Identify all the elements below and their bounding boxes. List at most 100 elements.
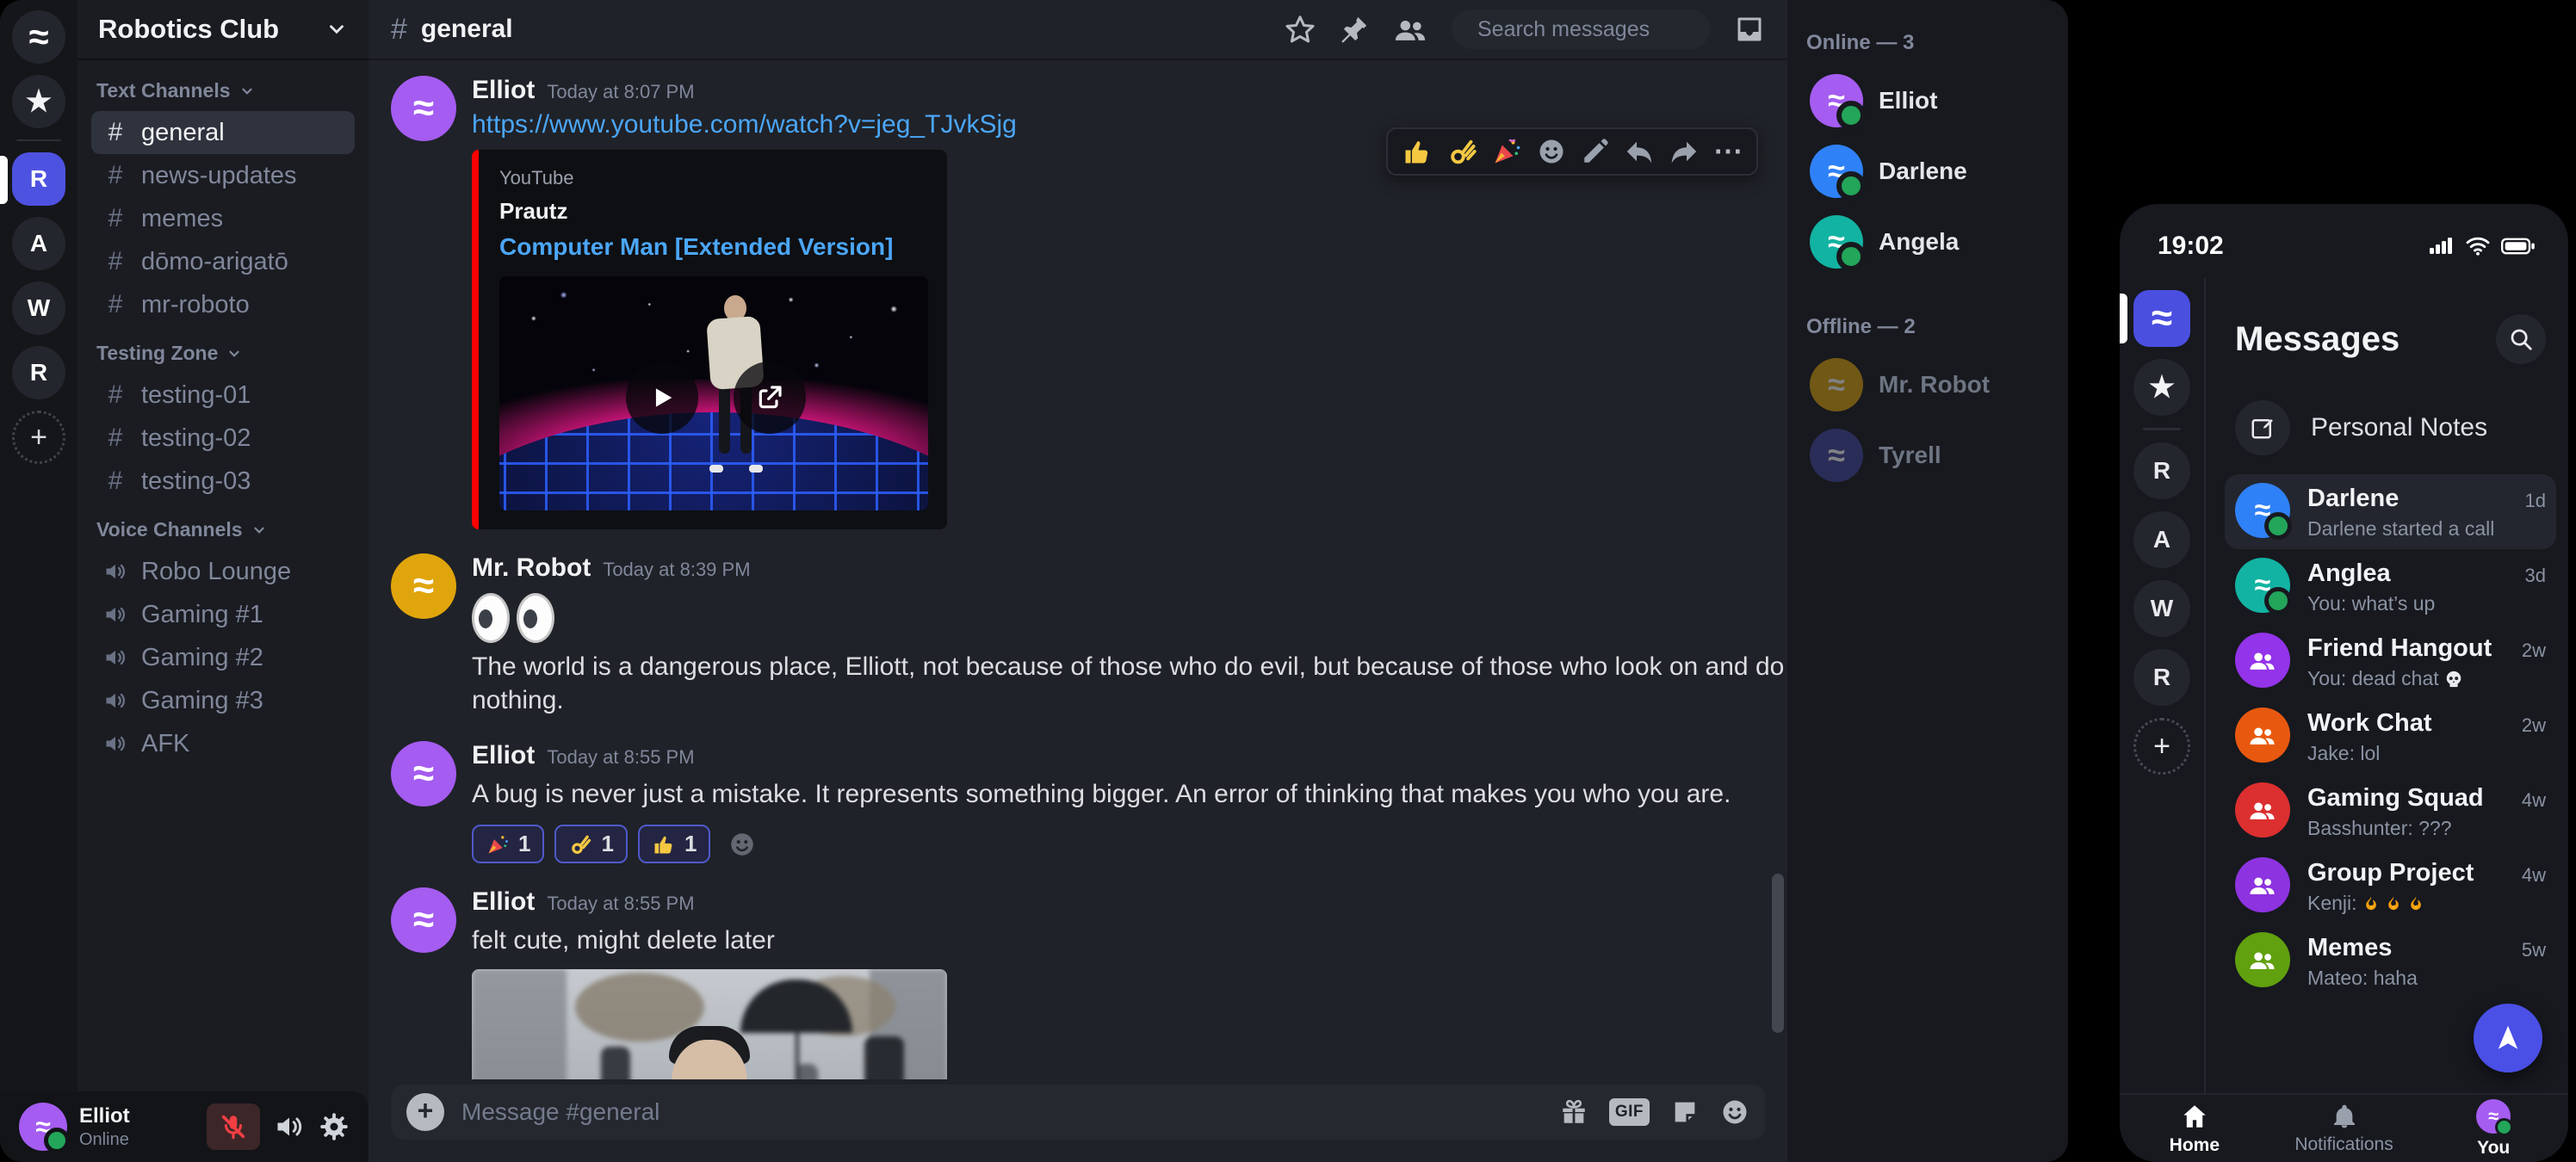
party-popper-emoji[interactable]: [1491, 136, 1522, 167]
gif-icon[interactable]: GIF: [1609, 1098, 1650, 1126]
emoji-icon[interactable]: [1720, 1097, 1749, 1127]
channel-memes[interactable]: #memes: [91, 197, 355, 240]
home-server-button[interactable]: ≈: [12, 10, 65, 64]
reaction-ok-hand[interactable]: 1: [554, 825, 627, 863]
add-server-button[interactable]: +: [2133, 718, 2190, 775]
reaction-thumbs-up[interactable]: 1: [638, 825, 710, 863]
voice-robo-lounge[interactable]: Robo Lounge: [91, 550, 355, 593]
server-header[interactable]: Robotics Club: [77, 0, 368, 60]
server-r[interactable]: R: [2133, 442, 2190, 499]
embed-title[interactable]: Computer Man [Extended Version]: [499, 233, 926, 261]
youtube-link[interactable]: https://www.youtube.com/watch?v=jeg_TJvk…: [472, 110, 1017, 139]
chat-row-work-chat[interactable]: Work Chat Jake: lol 2w: [2225, 699, 2556, 774]
more-icon[interactable]: ⋯: [1713, 136, 1743, 167]
chat-scrollbar[interactable]: [1772, 874, 1784, 1033]
hash-icon: #: [103, 247, 127, 276]
avatar[interactable]: ≈: [391, 887, 456, 953]
channel-general[interactable]: #general: [91, 111, 355, 154]
avatar[interactable]: ≈: [391, 741, 456, 807]
reply-icon[interactable]: [1624, 136, 1655, 167]
chevron-down-icon: [239, 83, 255, 99]
author-name[interactable]: Elliot: [472, 741, 535, 770]
member-angela[interactable]: ≈ Angela: [1806, 207, 2049, 277]
section-text-channels[interactable]: Text Channels: [96, 79, 350, 102]
channel-domo-arigato[interactable]: #dōmo-arigatō: [91, 240, 355, 283]
server-w[interactable]: W: [12, 281, 65, 335]
member-mr-robot[interactable]: ≈ Mr. Robot: [1806, 349, 2049, 420]
home-server-button[interactable]: ≈: [2133, 290, 2190, 347]
channel-news-updates[interactable]: #news-updates: [91, 154, 355, 197]
favorites-button[interactable]: ★: [2133, 359, 2190, 416]
member-darlene[interactable]: ≈ Darlene: [1806, 136, 2049, 207]
members-icon[interactable]: [1393, 14, 1427, 45]
user-info[interactable]: Elliot Online: [79, 1104, 130, 1150]
server-a[interactable]: A: [12, 217, 65, 270]
forward-icon[interactable]: [1669, 136, 1700, 167]
nav-home[interactable]: Home: [2120, 1095, 2269, 1162]
channel-testing-02[interactable]: #testing-02: [91, 417, 355, 460]
edit-icon[interactable]: [1581, 137, 1610, 166]
play-button[interactable]: [626, 362, 698, 434]
channel-mr-roboto[interactable]: #mr-roboto: [91, 283, 355, 326]
chat-row-group-project[interactable]: Group Project Kenji: 4w: [2225, 849, 2556, 924]
server-robotics-club[interactable]: R: [12, 152, 65, 206]
chat-row-anglea[interactable]: ≈ Anglea You: what’s up 3d: [2225, 549, 2556, 624]
add-reaction-icon[interactable]: [1536, 136, 1567, 167]
personal-notes-row[interactable]: Personal Notes: [2235, 400, 2546, 455]
mic-muted-button[interactable]: [207, 1103, 260, 1150]
member-elliot[interactable]: ≈ Elliot: [1806, 65, 2049, 136]
server-w[interactable]: W: [2133, 580, 2190, 637]
pin-icon[interactable]: [1340, 15, 1369, 44]
chat-preview: Jake: lol: [2307, 742, 2380, 765]
hash-icon: #: [103, 161, 127, 190]
attach-button[interactable]: +: [406, 1093, 444, 1131]
section-testing-zone[interactable]: Testing Zone: [96, 342, 350, 365]
user-avatar[interactable]: ≈: [19, 1103, 67, 1151]
section-voice-channels[interactable]: Voice Channels: [96, 518, 350, 541]
search-input[interactable]: [1477, 17, 1755, 42]
video-thumbnail[interactable]: [499, 276, 928, 510]
embed-author[interactable]: Prautz: [499, 198, 926, 225]
gear-icon[interactable]: [319, 1111, 350, 1142]
favorites-button[interactable]: ★: [12, 75, 65, 128]
member-tyrell[interactable]: ≈ Tyrell: [1806, 420, 2049, 491]
server-r2[interactable]: R: [2133, 649, 2190, 706]
channel-testing-01[interactable]: #testing-01: [91, 374, 355, 417]
open-external-button[interactable]: [734, 362, 806, 434]
plus-icon: +: [2153, 730, 2170, 763]
gift-icon[interactable]: [1559, 1097, 1588, 1127]
ok-hand-emoji[interactable]: [1446, 136, 1477, 167]
chat-row-gaming-squad[interactable]: Gaming Squad Basshunter: ??? 4w: [2225, 774, 2556, 849]
server-r2[interactable]: R: [12, 346, 65, 399]
nav-you[interactable]: ≈ You: [2418, 1095, 2568, 1162]
reaction-party-popper[interactable]: 1: [472, 825, 544, 863]
inbox-icon[interactable]: [1734, 14, 1765, 45]
new-message-fab[interactable]: [2474, 1004, 2542, 1072]
chat-row-memes[interactable]: Memes Mateo: haha 5w: [2225, 924, 2556, 998]
voice-gaming-2[interactable]: Gaming #2: [91, 636, 355, 679]
attached-photo[interactable]: [472, 969, 947, 1079]
avatar[interactable]: ≈: [391, 553, 456, 619]
channel-testing-03[interactable]: #testing-03: [91, 460, 355, 503]
voice-afk[interactable]: AFK: [91, 722, 355, 765]
star-icon: ★: [2149, 370, 2175, 405]
star-icon[interactable]: [1285, 14, 1316, 45]
voice-gaming-3[interactable]: Gaming #3: [91, 679, 355, 722]
add-reaction-icon[interactable]: [728, 830, 757, 859]
author-name[interactable]: Elliot: [472, 76, 535, 105]
chat-row-darlene[interactable]: ≈ Darlene Darlene started a call 1d: [2225, 474, 2556, 549]
author-name[interactable]: Elliot: [472, 887, 535, 917]
server-a[interactable]: A: [2133, 511, 2190, 568]
add-server-button[interactable]: +: [12, 411, 65, 464]
search-button[interactable]: [2496, 314, 2546, 364]
nav-notifications[interactable]: Notifications: [2269, 1095, 2419, 1162]
sticker-icon[interactable]: [1670, 1097, 1700, 1127]
author-name[interactable]: Mr. Robot: [472, 553, 591, 583]
speaker-icon[interactable]: [274, 1111, 305, 1142]
message-input[interactable]: [461, 1098, 1542, 1126]
message: ≈ Mr. Robot Today at 8:39 PM The world i…: [391, 553, 1787, 717]
thumbs-up-emoji[interactable]: [1402, 136, 1433, 167]
voice-gaming-1[interactable]: Gaming #1: [91, 593, 355, 636]
avatar[interactable]: ≈: [391, 76, 456, 141]
chat-row-friend-hangout[interactable]: Friend Hangout You: dead chat 2w: [2225, 624, 2556, 699]
